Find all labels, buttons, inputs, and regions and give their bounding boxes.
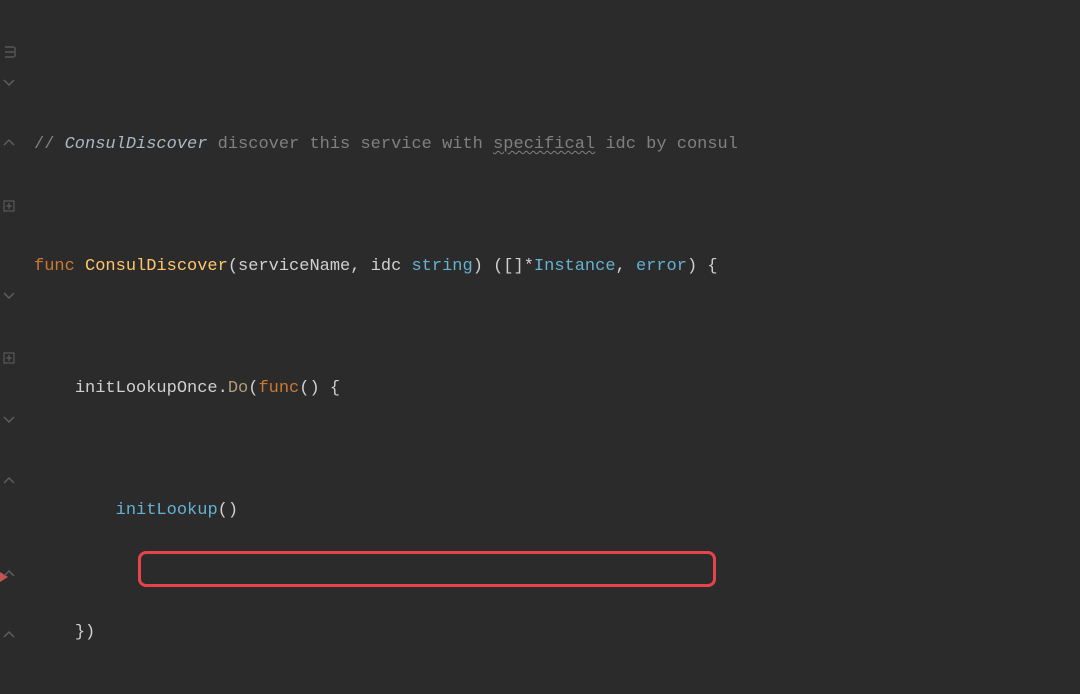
code-line: initLookupOnce.Do(func() {: [34, 374, 1080, 405]
code-editor[interactable]: // ConsulDiscover discover this service …: [0, 0, 1080, 694]
fold-open-icon[interactable]: [3, 77, 17, 91]
fold-open-icon[interactable]: [3, 290, 17, 304]
fold-close-icon[interactable]: [3, 628, 17, 642]
code-content[interactable]: // ConsulDiscover discover this service …: [24, 0, 1080, 694]
fold-collapsed-icon[interactable]: [3, 200, 17, 214]
fold-indicator-icon[interactable]: [3, 45, 17, 59]
code-line: // ConsulDiscover discover this service …: [34, 130, 1080, 161]
fold-collapsed-icon[interactable]: [3, 352, 17, 366]
code-line: func ConsulDiscover(serviceName, idc str…: [34, 252, 1080, 283]
gutter: [0, 0, 24, 694]
highlight-rectangle: [138, 551, 716, 587]
fold-close-icon[interactable]: [3, 136, 17, 150]
fold-close-icon[interactable]: [3, 474, 17, 488]
code-line: initLookup(): [34, 496, 1080, 527]
fold-open-icon[interactable]: [3, 414, 17, 428]
fold-close-icon[interactable]: [3, 567, 17, 581]
code-line: }): [34, 618, 1080, 649]
